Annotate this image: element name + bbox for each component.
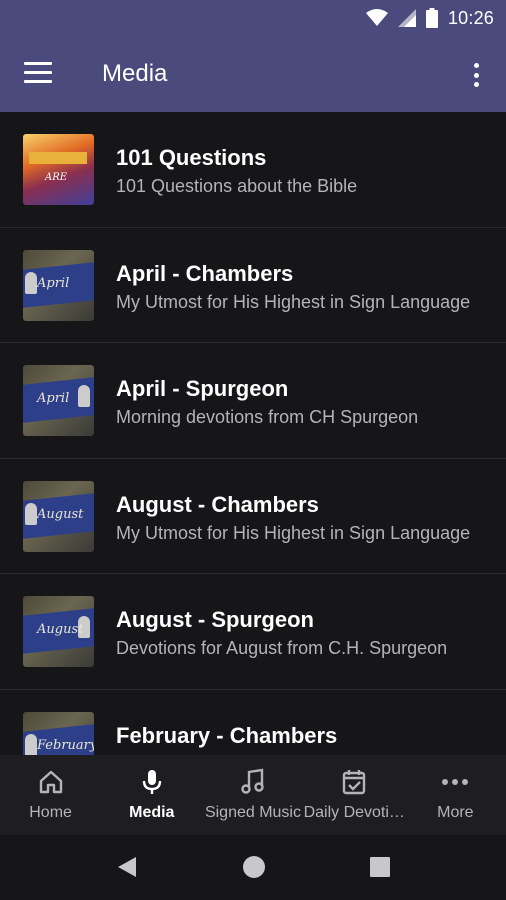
app-bar: Media [0,36,506,112]
media-thumbnail: April [23,365,94,436]
menu-icon[interactable] [24,62,54,86]
list-item[interactable]: August August - Spurgeon Devotions for A… [0,574,506,690]
nav-item-more[interactable]: More [405,755,506,835]
battery-icon [425,8,438,28]
nav-label: Home [29,804,72,821]
home-icon [36,767,66,797]
item-subtitle: Devotions for August from C.H. Spurgeon [116,638,448,658]
overflow-menu-icon[interactable] [468,60,484,90]
item-title: April - Spurgeon [116,376,289,401]
item-subtitle: 101 Questions about the Bible [116,176,358,196]
media-list: ARE 101 Questions 101 Questions about th… [0,112,506,755]
item-title: 101 Questions [116,145,267,170]
status-bar: 10:26 [0,0,506,36]
page-title: Media [102,60,168,87]
nav-label: Daily Devoti… [303,804,405,821]
nav-label: More [437,804,474,821]
list-item[interactable]: ARE 101 Questions 101 Questions about th… [0,112,506,228]
list-item[interactable]: April April - Spurgeon Morning devotions… [0,343,506,459]
item-title: August - Chambers [116,491,319,517]
item-subtitle: My Utmost for His Highest in Sign Langua… [116,291,471,312]
nav-item-daily-devotions[interactable]: Daily Devoti… [304,755,405,835]
list-item[interactable]: February February - Chambers [0,690,506,755]
mic-icon [137,767,167,797]
music-note-icon [238,767,268,797]
media-thumbnail: ARE [23,134,94,205]
nav-label: Signed Music [204,804,301,821]
home-circle-icon[interactable] [242,855,266,879]
media-thumbnail: February [23,711,94,755]
system-nav-bar [0,835,506,900]
calendar-check-icon [339,767,369,797]
nav-item-media[interactable]: Media [101,755,202,835]
nav-item-home[interactable]: Home [0,755,101,835]
item-title: April - Chambers [116,260,294,286]
cell-signal-icon [397,9,416,27]
media-thumbnail: April [23,249,94,321]
media-thumbnail: August [23,596,94,667]
status-time: 10:26 [447,7,494,28]
item-subtitle: Morning devotions from CH Spurgeon [116,407,419,427]
nav-label: Media [129,804,175,821]
item-subtitle: My Utmost for His Highest in Sign Langua… [116,522,471,543]
media-thumbnail: August [23,480,94,552]
bottom-nav: Home Media Signed Music Daily Devoti… Mo… [0,755,506,835]
list-item[interactable]: August August - Chambers My Utmost for H… [0,459,506,574]
recents-icon[interactable] [368,855,392,879]
list-item[interactable]: April April - Chambers My Utmost for His… [0,228,506,343]
more-horizontal-icon [440,767,470,797]
nav-item-signed-music[interactable]: Signed Music [202,755,303,835]
item-title: February - Chambers [116,722,338,748]
wifi-icon [365,9,388,27]
item-title: August - Spurgeon [116,607,314,632]
back-icon[interactable] [116,855,140,879]
